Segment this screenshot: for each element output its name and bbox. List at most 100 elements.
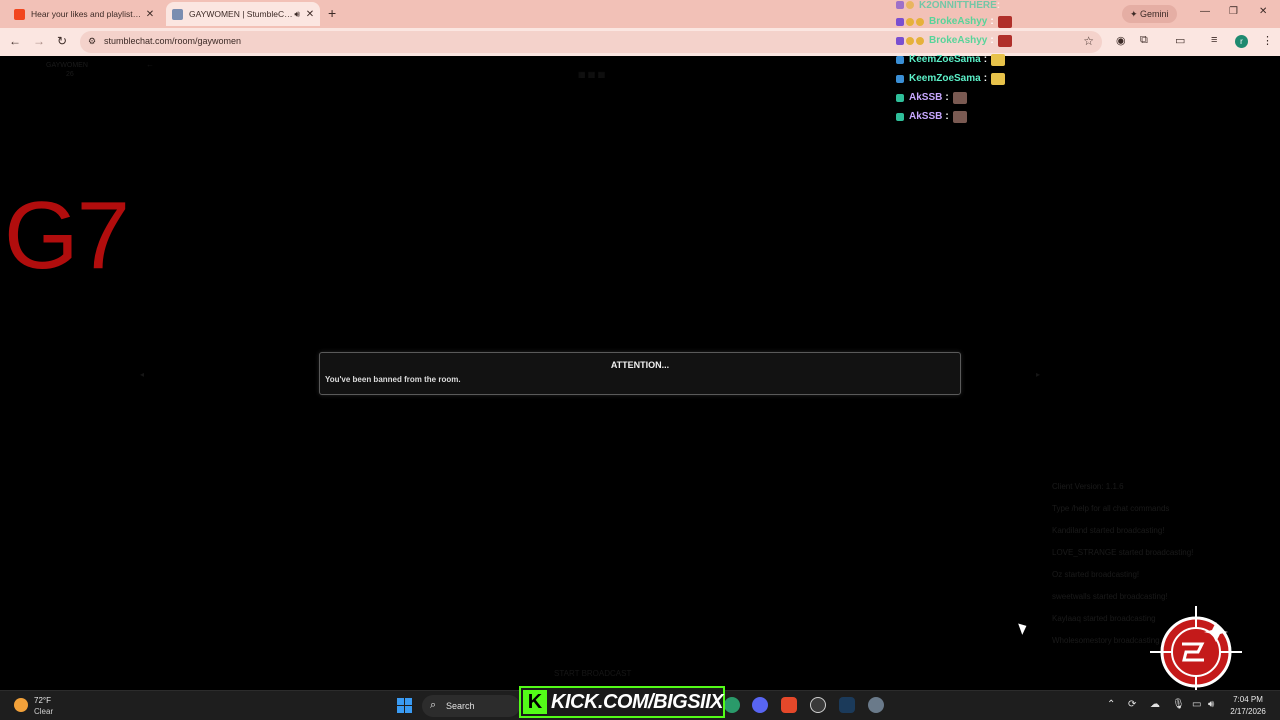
media-control-icon[interactable]: ≡: [1211, 34, 1217, 46]
tray-expand-icon[interactable]: ⌃: [1107, 699, 1115, 710]
discord-icon[interactable]: [752, 697, 768, 713]
stream-overlay-g7-text: G7: [4, 182, 130, 289]
minimize-icon[interactable]: —: [1200, 6, 1210, 17]
obs-icon[interactable]: [810, 697, 826, 713]
chat-username: AkSSB: [909, 92, 943, 103]
reload-icon[interactable]: ↻: [57, 34, 67, 48]
url-text[interactable]: stumblechat.com/room/gaywomen: [104, 36, 241, 46]
back-icon[interactable]: ←: [9, 34, 21, 48]
room-user-count: 26: [66, 71, 74, 78]
site-info-icon[interactable]: ⚙: [88, 36, 96, 47]
extensions-puzzle-icon[interactable]: ⧉: [1140, 34, 1148, 47]
mod-badge-icon: [896, 112, 904, 121]
chat-message: BrokeAshyy :: [896, 31, 1066, 50]
new-tab-button[interactable]: +: [328, 5, 336, 21]
chat-username: KeemZoeSama: [909, 54, 981, 65]
demon-emote-icon: [997, 34, 1012, 47]
verified-badge-icon: [896, 55, 904, 64]
sub-badge-icon: [896, 17, 904, 26]
close-icon[interactable]: ✕: [144, 9, 156, 20]
kick-channel-banner: K KICK.COM/BIGSIIX: [519, 686, 725, 718]
soundcloud-icon: [14, 8, 25, 20]
kick-logo-icon: K: [523, 690, 547, 714]
taskbar-search[interactable]: ⌕ Search: [422, 695, 520, 717]
audio-playing-icon[interactable]: 🔊︎: [294, 9, 300, 20]
windows-start-icon[interactable]: [397, 698, 412, 713]
chat-separator: :: [945, 111, 949, 122]
chat-separator: :: [990, 16, 994, 27]
brave-icon[interactable]: [781, 697, 797, 713]
chat-separator: :: [996, 0, 1001, 10]
gemini-label: Gemini: [1140, 9, 1169, 19]
stream-chat-overlay: K2ONNITTHERE : BrokeAshyy : BrokeAshyy :…: [896, 0, 1066, 126]
emoji-badge-icon: [916, 36, 924, 45]
onedrive-icon[interactable]: ☁: [1150, 699, 1160, 710]
tab-soundcloud[interactable]: Hear your likes and playlists, an ✕: [8, 2, 160, 26]
weather-sun-icon: [14, 698, 28, 712]
tab-title: Hear your likes and playlists, an: [31, 9, 144, 19]
log-line: Kandiland started broadcasting!: [1052, 526, 1165, 535]
profile-avatar[interactable]: r: [1235, 35, 1248, 48]
menu-icon[interactable]: ⋮: [1262, 34, 1273, 47]
chat-message: BrokeAshyy :: [896, 12, 1066, 31]
emoji-badge-icon: [906, 1, 914, 9]
clock-date: 2/17/2026: [1230, 707, 1266, 716]
grid-layout-icon[interactable]: ▦ ▦ ▦: [578, 70, 605, 79]
chat-separator: :: [983, 73, 988, 84]
kick-banner-text: KICK.COM/BIGSIIX: [551, 691, 724, 713]
chat-username: KeemZoeSama: [909, 73, 981, 84]
settings-gear-icon[interactable]: [868, 697, 884, 713]
weather-condition: Clear: [34, 707, 54, 716]
volume-icon[interactable]: 🔊︎: [1208, 699, 1214, 710]
tab-stumblechat[interactable]: GAYWOMEN | StumbleChat 🔊︎ ✕: [166, 2, 320, 26]
chat-message: KeemZoeSama :: [896, 50, 1066, 69]
mod-badge-icon: [896, 93, 904, 102]
network-icon[interactable]: ▭: [1192, 699, 1201, 710]
microphone-icon[interactable]: 🎙︎: [1172, 699, 1185, 710]
alert-message: You've been banned from the room.: [325, 375, 461, 384]
stumblechat-icon: [172, 8, 183, 20]
chat-separator: :: [990, 35, 994, 46]
ban-alert-dialog: ATTENTION... You've been banned from the…: [319, 352, 961, 395]
room-name: GAYWOMEN: [46, 62, 88, 69]
restore-icon[interactable]: ❐: [1229, 6, 1238, 17]
steam-icon[interactable]: [839, 697, 855, 713]
chat-username: K2ONNITTHERE: [919, 0, 997, 10]
chat-message: AkSSB :: [896, 88, 1066, 107]
chat-username: BrokeAshyy: [929, 16, 988, 27]
face-emote-icon: [991, 53, 1006, 66]
face-emote-icon: [952, 91, 967, 104]
emoji-badge-icon: [906, 17, 914, 26]
browser-toolbar: ← → ↻ ⚙ stumblechat.com/room/gaywomen ☆ …: [0, 28, 1280, 56]
bookmark-star-icon[interactable]: ☆: [1083, 34, 1094, 48]
gemini-button[interactable]: ✦ Gemini: [1122, 5, 1177, 23]
close-window-icon[interactable]: ✕: [1259, 6, 1267, 17]
log-line: Type /help for all chat commands: [1052, 504, 1170, 513]
demon-emote-icon: [997, 15, 1012, 28]
chat-message: K2ONNITTHERE :: [896, 0, 1066, 10]
face-emote-icon: [952, 110, 967, 123]
tray-sync-icon[interactable]: ⟳: [1128, 699, 1136, 710]
back-arrow-icon[interactable]: ←: [146, 60, 154, 69]
log-line: Client Version: 1.1.6: [1052, 482, 1124, 491]
extension-icon[interactable]: ◉: [1116, 34, 1126, 47]
prev-arrow-icon[interactable]: ◂: [140, 370, 144, 379]
system-clock[interactable]: 7:04 PM 2/17/2026: [1222, 694, 1274, 718]
sub-badge-icon: [896, 1, 904, 9]
alert-title: ATTENTION...: [610, 360, 670, 370]
browser-tab-bar: Hear your likes and playlists, an ✕ GAYW…: [0, 0, 1280, 28]
search-label: Search: [446, 701, 475, 711]
edge-browser-icon[interactable]: [724, 697, 740, 713]
start-broadcast-button[interactable]: START BROADCAST: [554, 669, 631, 678]
chat-message: KeemZoeSama :: [896, 69, 1066, 88]
forward-icon[interactable]: →: [33, 34, 45, 48]
clock-time: 7:04 PM: [1233, 695, 1263, 704]
close-icon[interactable]: ✕: [304, 9, 316, 20]
tab-title: GAYWOMEN | StumbleChat: [189, 9, 295, 19]
face-emote-icon: [991, 72, 1006, 85]
chat-username: AkSSB: [909, 111, 943, 122]
next-arrow-icon[interactable]: ▸: [1036, 370, 1040, 379]
cast-icon[interactable]: ▭: [1175, 34, 1185, 47]
chat-message: AkSSB :: [896, 107, 1066, 126]
chat-username: BrokeAshyy: [929, 35, 988, 46]
